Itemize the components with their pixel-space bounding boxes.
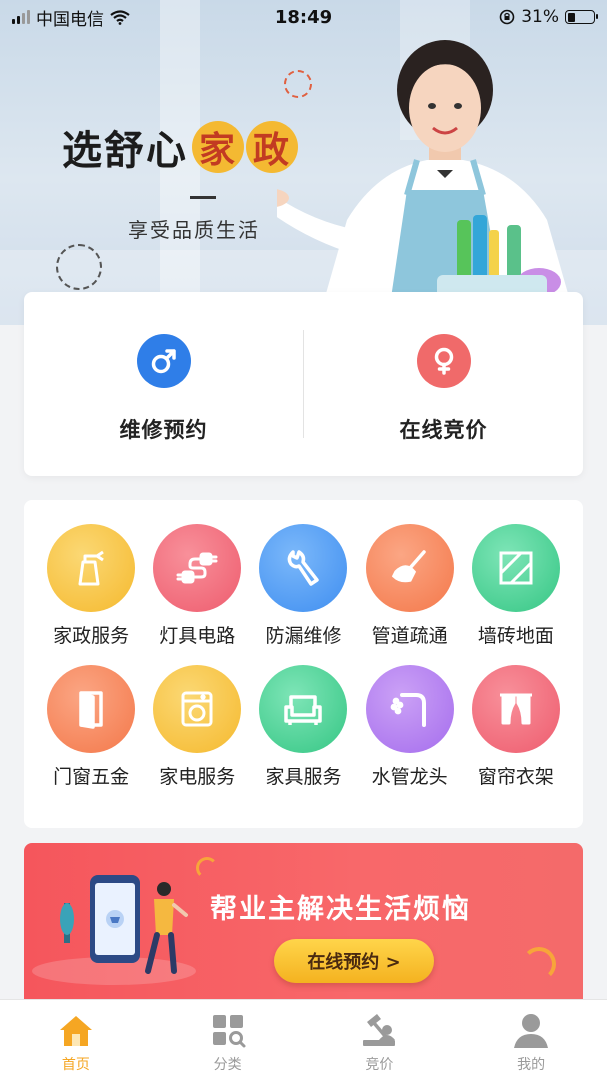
service-label: 家电服务 <box>159 766 236 788</box>
tab-bidding[interactable]: 竞价 <box>304 1000 456 1080</box>
bottom-tab-bar: 首页 分类 竞价 我的 <box>0 999 607 1080</box>
plunger-icon <box>365 524 454 612</box>
service-curtain-rack[interactable]: 窗帘衣架 <box>464 665 568 789</box>
service-leak-repair[interactable]: 防漏维修 <box>251 524 355 648</box>
service-doors-windows-hardware[interactable]: 门窗五金 <box>39 665 143 789</box>
online-bidding-label: 在线竞价 <box>399 418 488 442</box>
plug-icon <box>153 524 242 612</box>
sofa-icon <box>259 665 348 753</box>
spray-bottle-icon <box>47 524 136 612</box>
clock: 18:49 <box>274 6 333 28</box>
repair-booking-button[interactable]: 维修预约 <box>24 292 303 476</box>
service-faucet[interactable]: 水管龙头 <box>358 665 462 789</box>
decorative-ring <box>522 947 556 981</box>
tab-label: 我的 <box>517 1057 546 1073</box>
female-symbol-icon <box>416 334 471 388</box>
tab-home[interactable]: 首页 <box>0 1000 152 1080</box>
tile-icon <box>471 524 560 612</box>
service-label: 窗帘衣架 <box>477 766 554 788</box>
decorative-ring <box>56 244 102 290</box>
category-icon <box>212 1015 246 1048</box>
service-furniture[interactable]: 家具服务 <box>251 665 355 789</box>
hero-title-text: 选舒心 <box>62 128 188 174</box>
curtain-icon <box>471 665 560 753</box>
user-icon <box>514 1014 549 1048</box>
service-home-appliance[interactable]: 家电服务 <box>145 665 249 789</box>
hero-subtitle: 享受品质生活 <box>128 218 260 242</box>
battery-percent: 31% <box>521 7 559 27</box>
service-label: 防漏维修 <box>265 625 342 647</box>
tab-mine[interactable]: 我的 <box>455 1000 607 1080</box>
tab-label: 分类 <box>213 1057 242 1073</box>
rotation-lock-icon <box>499 9 515 25</box>
promo-headline: 帮业主解决生活烦恼 <box>210 894 471 925</box>
tab-category[interactable]: 分类 <box>152 1000 304 1080</box>
promo-banner[interactable]: 帮业主解决生活烦恼 在线预约 > <box>24 843 583 1003</box>
service-grid: 家政服务 灯具电路 防漏维修 管道疏通 墙砖地面 门窗五金 家电服务 家具服务 … <box>24 500 583 828</box>
hero-title-circle: 政 <box>246 121 298 173</box>
service-label: 门窗五金 <box>53 766 130 788</box>
hero-title: 选舒心 家 政 <box>62 118 298 176</box>
housekeeper-photo <box>277 40 577 325</box>
service-housekeeping[interactable]: 家政服务 <box>39 524 143 648</box>
hero-banner[interactable]: 选舒心 家 政 享受品质生活 <box>0 0 607 325</box>
door-icon <box>47 665 136 753</box>
service-label: 管道疏通 <box>371 625 448 647</box>
tab-label: 首页 <box>61 1057 90 1073</box>
hero-title-circle: 家 <box>192 121 244 173</box>
washing-machine-icon <box>153 665 242 753</box>
service-pipe-dredging[interactable]: 管道疏通 <box>358 524 462 648</box>
bidding-icon <box>363 1014 396 1046</box>
wrench-icon <box>259 524 348 612</box>
decorative-ring <box>196 857 218 879</box>
service-label: 家政服务 <box>53 625 130 647</box>
service-lighting-circuit[interactable]: 灯具电路 <box>145 524 249 648</box>
service-label: 灯具电路 <box>159 625 236 647</box>
wifi-icon <box>110 9 130 25</box>
online-bidding-button[interactable]: 在线竞价 <box>304 292 583 476</box>
service-label: 水管龙头 <box>371 766 448 788</box>
carrier-name: 中国电信 <box>36 9 104 30</box>
male-symbol-icon <box>136 334 191 388</box>
hero-divider <box>190 196 216 199</box>
tab-label: 竞价 <box>365 1057 394 1073</box>
quick-action-card: 维修预约 在线竞价 <box>24 292 583 476</box>
battery-icon <box>565 10 598 24</box>
repair-booking-label: 维修预约 <box>119 418 208 442</box>
home-icon <box>59 1016 92 1046</box>
book-online-button[interactable]: 在线预约 > <box>274 939 434 983</box>
faucet-icon <box>365 665 454 753</box>
status-bar: 中国电信 18:49 31% <box>0 0 607 34</box>
service-label: 家具服务 <box>265 766 342 788</box>
signal-icon <box>12 10 30 24</box>
service-label: 墙砖地面 <box>477 625 554 647</box>
promo-illustration <box>32 875 196 985</box>
service-tile-floor[interactable]: 墙砖地面 <box>464 524 568 648</box>
